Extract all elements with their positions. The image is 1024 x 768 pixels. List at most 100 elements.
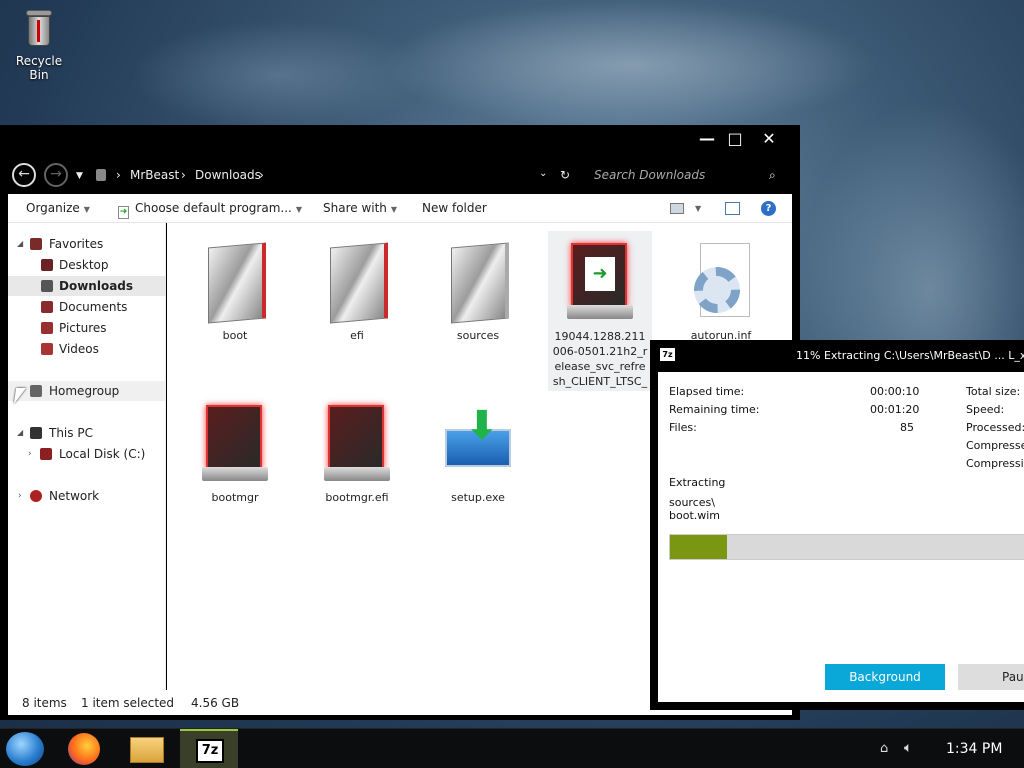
new-folder-button[interactable]: New folder: [422, 201, 487, 215]
taskbar: 7z ⌂ 🔈︎ 1:34 PM: [0, 728, 1024, 768]
sevenzip-app-icon: 7z: [196, 739, 224, 763]
recent-locations-chevron-icon[interactable]: ▼: [76, 171, 83, 181]
file-name: setup.exe: [451, 491, 505, 504]
nav-label: Desktop: [59, 258, 109, 272]
nav-label: Favorites: [49, 237, 104, 251]
forward-button[interactable]: →: [44, 163, 68, 187]
refresh-icon[interactable]: ↻: [560, 168, 570, 182]
nav-network[interactable]: › Network: [8, 486, 166, 506]
total-size-label: Total size:: [966, 385, 1021, 398]
address-dropdown-icon[interactable]: ⌄: [539, 168, 547, 179]
progress-bar: [669, 534, 1024, 560]
explorer-titlebar[interactable]: — □ ✕: [0, 125, 800, 159]
background-button[interactable]: Background: [825, 664, 945, 690]
volume-icon[interactable]: 🔈︎: [904, 740, 912, 768]
recycle-bin[interactable]: Recycle Bin: [6, 8, 72, 82]
nav-documents[interactable]: Documents: [8, 297, 166, 317]
recycle-bin-icon: [24, 8, 54, 48]
remaining-value: 00:01:20: [870, 403, 920, 416]
nav-desktop[interactable]: Desktop: [8, 255, 166, 275]
nav-label: Network: [49, 489, 100, 503]
file-item[interactable]: bootmgr.efi: [305, 393, 409, 504]
taskbar-7zip[interactable]: 7z: [180, 729, 238, 768]
file-name: efi: [350, 329, 364, 342]
homegroup-icon: [30, 385, 42, 397]
navigation-pane: ◢ Favorites Desktop Downloads Documents …: [8, 223, 166, 690]
folder-icon: [443, 239, 513, 324]
item-count: 8 items: [22, 696, 67, 710]
file-item[interactable]: ➜ 19044.1288.211006-0501.21h2_release_sv…: [548, 231, 652, 391]
file-item[interactable]: sources: [426, 231, 530, 342]
collapse-arrow-icon[interactable]: ›: [18, 486, 22, 506]
videos-icon: [41, 343, 53, 355]
search-input[interactable]: Search Downloads: [594, 168, 705, 182]
breadcrumb-sep-icon: ›: [259, 168, 264, 182]
back-button[interactable]: ←: [12, 163, 36, 187]
close-button[interactable]: ✕: [754, 129, 784, 148]
breadcrumb-downloads[interactable]: Downloads: [195, 168, 261, 182]
network-icon: [30, 490, 42, 502]
selection-size: 4.56 GB: [191, 696, 240, 710]
command-bar: Organize ▼ ➜ Choose default program... ▼ Sh…: [8, 194, 792, 223]
remaining-label: Remaining time:: [669, 403, 760, 416]
nav-this-pc[interactable]: ◢ This PC: [8, 423, 166, 443]
nav-label: Documents: [59, 300, 128, 314]
file-explorer-icon[interactable]: [130, 737, 164, 763]
nav-label: Downloads: [59, 279, 134, 293]
dialog-body: Elapsed time: 00:00:10 Remaining time: 0…: [658, 372, 1024, 702]
extracting-label: Extracting: [669, 476, 726, 489]
program-icon: ➜: [118, 206, 129, 219]
elapsed-label: Elapsed time:: [669, 385, 745, 398]
firefox-icon[interactable]: [68, 733, 100, 765]
search-icon[interactable]: ⌕: [769, 168, 776, 183]
breadcrumb-mrbeast[interactable]: MrBeast: [130, 168, 179, 182]
clock[interactable]: 1:34 PM: [946, 741, 1002, 757]
help-icon[interactable]: ?: [761, 201, 776, 216]
current-file: boot.wim: [669, 509, 721, 522]
disk-icon: [40, 448, 52, 460]
maximize-button[interactable]: □: [720, 129, 750, 148]
settings-file-icon: [686, 239, 756, 323]
organize-button[interactable]: Organize ▼: [26, 201, 90, 215]
recycle-bin-label: Recycle Bin: [15, 54, 63, 82]
preview-pane-icon[interactable]: [725, 202, 740, 215]
system-file-icon: [322, 401, 392, 485]
file-item[interactable]: ⬇ setup.exe: [426, 393, 530, 504]
pictures-icon: [41, 322, 53, 334]
file-item[interactable]: autorun.inf: [669, 231, 773, 342]
nav-downloads[interactable]: Downloads: [8, 276, 166, 296]
nav-homegroup[interactable]: Homegroup: [8, 381, 166, 401]
nav-label: This PC: [49, 426, 93, 440]
breadcrumb-sep-icon: ›: [116, 168, 121, 182]
network-status-icon[interactable]: ⌂: [880, 741, 888, 768]
pause-button[interactable]: Paus: [958, 664, 1024, 690]
nav-favorites[interactable]: ◢ Favorites: [8, 234, 166, 254]
disc-image-icon: ➜: [565, 239, 635, 323]
file-item[interactable]: efi: [305, 231, 409, 342]
file-name: boot: [222, 329, 248, 342]
system-file-icon: [200, 401, 270, 485]
nav-videos[interactable]: Videos: [8, 339, 166, 359]
processed-label: Processed:: [966, 421, 1024, 434]
view-icon[interactable]: [670, 203, 684, 214]
minimize-button[interactable]: —: [692, 129, 722, 148]
documents-icon: [41, 301, 53, 313]
file-item[interactable]: bootmgr: [183, 393, 287, 504]
setup-icon: ⬇: [443, 401, 513, 485]
start-button[interactable]: [6, 732, 44, 766]
file-name: bootmgr: [211, 491, 259, 504]
file-item[interactable]: boot: [183, 231, 287, 342]
folder-icon: [200, 239, 270, 324]
files-value: 85: [900, 421, 914, 434]
expand-arrow-icon[interactable]: ◢: [17, 234, 23, 254]
view-options-chevron-icon[interactable]: ▼: [695, 204, 701, 213]
progress-fill: [670, 535, 728, 559]
downloads-icon: [41, 280, 53, 292]
nav-label: Videos: [59, 342, 99, 356]
share-with-button[interactable]: Share with ▼: [323, 201, 397, 215]
nav-pictures[interactable]: Pictures: [8, 318, 166, 338]
nav-local-disk[interactable]: › Local Disk (C:): [8, 444, 166, 464]
collapse-arrow-icon[interactable]: ›: [28, 444, 32, 464]
expand-arrow-icon[interactable]: ◢: [17, 423, 23, 443]
choose-default-program-button[interactable]: ➜ Choose default program... ▼: [118, 201, 302, 219]
